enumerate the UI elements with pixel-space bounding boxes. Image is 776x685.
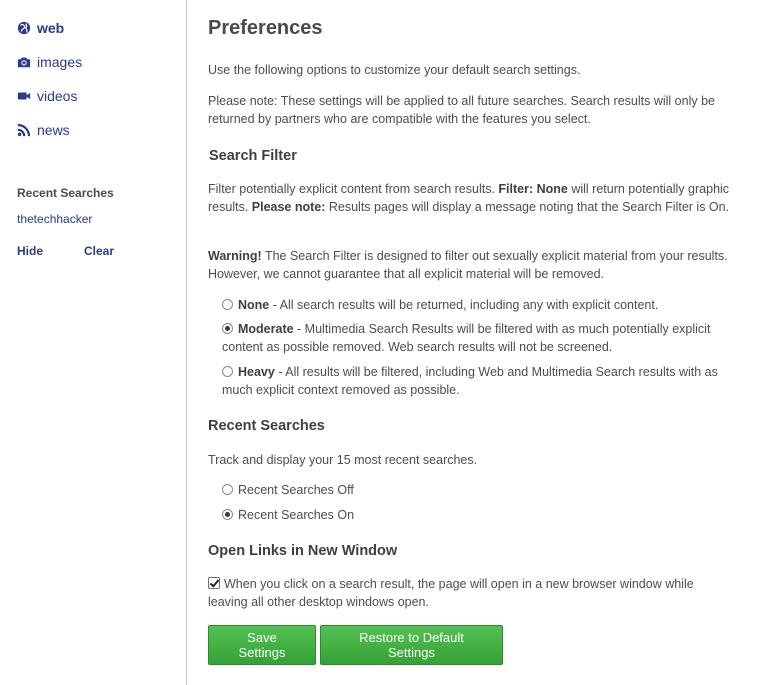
nav-item-images[interactable]: images [17,45,82,79]
recent-searches-heading: Recent Searches [208,418,325,434]
restore-default-settings-button[interactable]: Restore to Default Settings [320,625,503,665]
option-label: Recent Searches Off [238,483,354,497]
nav-item-news[interactable]: news [17,113,82,147]
new-window-option[interactable]: When you click on a search result, the p… [208,575,733,611]
radio-button[interactable] [222,299,233,310]
option-description: - All results will be filtered, includin… [222,365,718,397]
rss-icon [17,123,31,137]
option-description: - Multimedia Search Results will be filt… [222,322,711,354]
hide-link[interactable]: Hide [17,244,43,258]
option-label: Heavy [238,365,275,379]
radio-button[interactable] [222,484,233,495]
new-window-heading: Open Links in New Window [208,543,398,559]
sidebar: web images videos news Recent Searches t… [0,0,187,685]
warning-label: Warning! [208,249,262,263]
option-label: None [238,298,270,312]
recent-searches-title: Recent Searches [17,186,114,200]
search-filter-heading: Search Filter [209,148,297,164]
nav-item-web[interactable]: web [17,11,82,45]
page-title: Preferences [208,17,323,39]
nav-label: web [37,20,65,36]
radio-button[interactable] [222,366,233,377]
camera-icon [17,57,31,68]
filter-option-heavy[interactable]: Heavy - All results will be filtered, in… [222,363,732,399]
filter-option-none[interactable]: None - All search results will be return… [222,296,732,314]
text-segment: Filter potentially explicit content from… [208,182,499,196]
clear-link[interactable]: Clear [84,244,114,258]
recent-searches-on-option[interactable]: Recent Searches On [222,506,732,524]
nav-item-videos[interactable]: videos [17,79,82,113]
globe-icon [17,21,31,35]
text-segment: The Search Filter is designed to filter … [208,249,728,281]
recent-searches-off-option[interactable]: Recent Searches Off [222,481,732,499]
search-filter-warning: Warning! The Search Filter is designed t… [208,247,733,283]
option-label: Moderate [238,322,294,336]
checkbox[interactable] [208,577,220,589]
option-description: - All search results will be returned, i… [269,298,659,312]
radio-button[interactable] [222,323,233,334]
recent-searches-description: Track and display your 15 most recent se… [208,453,478,467]
nav-label: images [37,54,83,70]
filter-option-moderate[interactable]: Moderate - Multimedia Search Results wil… [222,320,732,356]
recent-search-item[interactable]: thetechhacker [17,212,92,226]
text-bold: Please note: [251,200,326,214]
vertical-nav: web images videos news [17,11,82,147]
note-text: Please note: These settings will be appl… [208,94,715,126]
video-camera-icon [17,92,31,100]
text-bold: Filter: None [498,182,568,196]
search-filter-description: Filter potentially explicit content from… [208,180,733,216]
intro-text: Use the following options to customize y… [208,63,581,77]
checkbox-label: When you click on a search result, the p… [208,577,694,609]
radio-button[interactable] [222,509,233,520]
nav-label: videos [37,88,78,104]
nav-label: news [37,122,70,138]
option-label: Recent Searches On [238,508,355,522]
text-segment: Results pages will display a message not… [325,200,730,214]
save-settings-button[interactable]: Save Settings [208,625,316,665]
